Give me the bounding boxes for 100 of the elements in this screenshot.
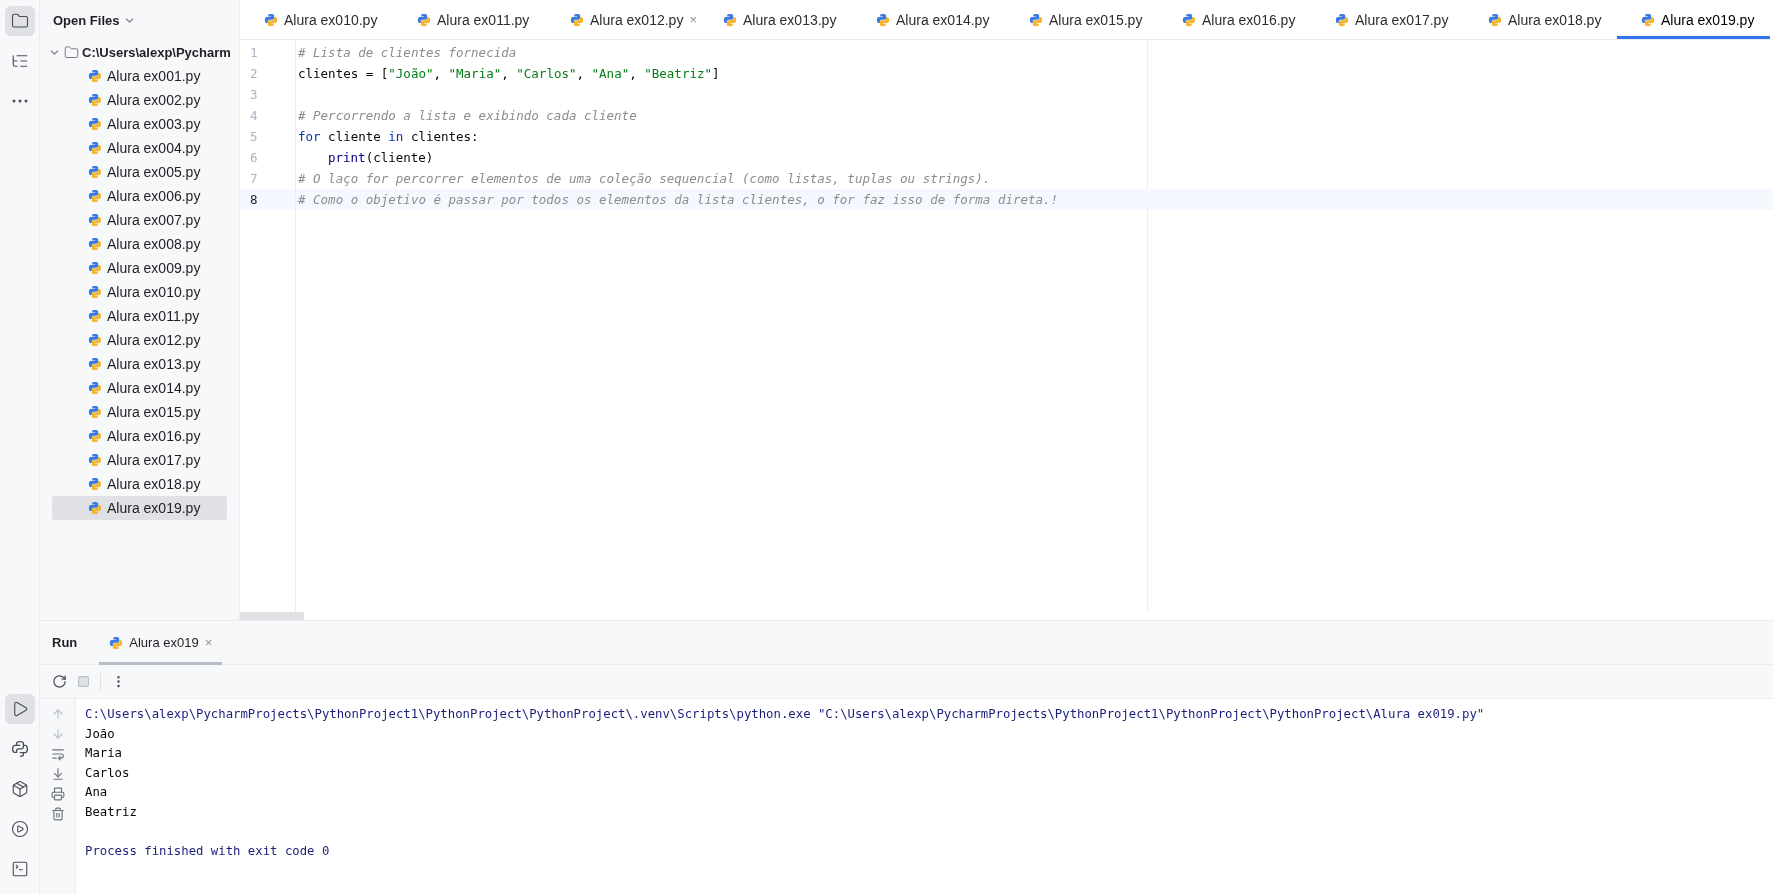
file-tree-item[interactable]: Alura ex002.py xyxy=(52,88,227,112)
file-tree-item[interactable]: Alura ex013.py xyxy=(52,352,227,376)
file-tree-item[interactable]: Alura ex012.py xyxy=(52,328,227,352)
editor-tab[interactable]: Alura ex012.py × xyxy=(546,0,699,39)
python-file-icon xyxy=(88,333,102,347)
python-file-icon xyxy=(1488,12,1502,27)
code-line: # Percorrendo a lista e exibindo cada cliente xyxy=(297,107,638,125)
file-tree-item[interactable]: Alura ex001.py xyxy=(52,64,227,88)
editor-tab[interactable]: Alura ex015.py xyxy=(1005,0,1158,39)
package-icon xyxy=(10,780,29,798)
file-tree-item[interactable]: Alura ex019.py xyxy=(52,496,227,520)
scroll-to-end-icon[interactable] xyxy=(50,767,65,781)
play-tool-button[interactable] xyxy=(4,694,35,724)
python-file-icon xyxy=(88,165,102,179)
python-file-icon xyxy=(88,237,102,251)
python-file-icon xyxy=(1335,12,1349,27)
line-number: 7 xyxy=(249,170,259,188)
editor-tab[interactable]: Alura ex019.py xyxy=(1617,0,1770,39)
file-tree-item[interactable]: Alura ex004.py xyxy=(52,136,227,160)
python-file-icon xyxy=(88,261,102,275)
python-file-icon xyxy=(570,12,584,27)
panel-title: Run xyxy=(52,635,78,650)
editor-tab[interactable]: Alura ex017.py xyxy=(1311,0,1464,39)
tree-folder-item[interactable]: C:\Users\alexp\Pycharm xyxy=(48,40,239,64)
code-line: for cliente in clientes: xyxy=(297,128,480,146)
line-number: 1 xyxy=(249,44,259,62)
line-number: 5 xyxy=(249,128,259,146)
run-tab[interactable]: Alura ex019 × xyxy=(99,620,223,665)
console-line: Process finished with exit code 0 xyxy=(85,842,331,860)
file-tree-item[interactable]: Alura ex015.py xyxy=(52,400,227,424)
python-file-icon xyxy=(1182,12,1196,27)
python-file-icon xyxy=(88,141,102,155)
python-file-icon xyxy=(88,501,102,515)
print-icon[interactable] xyxy=(50,787,65,801)
python-file-icon xyxy=(88,405,102,419)
file-tree-item[interactable]: Alura ex008.py xyxy=(52,232,227,256)
console-line: Beatriz xyxy=(85,803,138,821)
editor-tab[interactable]: Alura ex011.py xyxy=(393,0,546,39)
python-file-icon xyxy=(876,12,890,27)
folder-icon xyxy=(10,12,29,30)
code-line: print(cliente) xyxy=(327,149,435,167)
trash-icon[interactable] xyxy=(50,807,65,821)
editor-tab[interactable]: Alura ex018.py xyxy=(1464,0,1617,39)
line-number: 2 xyxy=(249,65,259,83)
file-tree-item[interactable]: Alura ex007.py xyxy=(52,208,227,232)
line-number: 3 xyxy=(249,86,259,104)
console-line: C:\Users\alexp\PycharmProjects\PythonProject1\PythonProject\PythonProject\.venv\Scripts\python.exe "C:\Users\alexp\PycharmProjects\PythonProject1\PythonProject\PythonProject\Alura ex019.py" xyxy=(85,706,1486,723)
python-file-icon xyxy=(88,453,102,467)
python-file-icon xyxy=(88,93,102,107)
rerun-icon[interactable] xyxy=(52,674,67,689)
folder-tool-button[interactable] xyxy=(4,6,35,36)
python-file-icon xyxy=(88,357,102,371)
python-file-icon xyxy=(88,429,102,443)
code-line: clientes = ["João", "Maria", "Carlos", "Ana", "Beatriz"] xyxy=(297,65,721,83)
python-file-icon xyxy=(417,12,431,27)
file-tree-item[interactable]: Alura ex009.py xyxy=(52,256,227,280)
python-file-icon xyxy=(88,309,102,323)
panel-title[interactable]: Open Files xyxy=(53,12,120,28)
line-number: 8 xyxy=(240,189,295,210)
file-tree-item[interactable]: Alura ex017.py xyxy=(52,448,227,472)
console-line: João xyxy=(85,725,116,743)
file-tree-item[interactable]: Alura ex005.py xyxy=(52,160,227,184)
folder-icon xyxy=(64,44,79,60)
file-tree-item[interactable]: Alura ex016.py xyxy=(52,424,227,448)
console-line: Ana xyxy=(85,784,109,801)
python-file-icon xyxy=(88,285,102,299)
line-number: 4 xyxy=(249,107,259,125)
file-tree-item[interactable]: Alura ex006.py xyxy=(52,184,227,208)
terminal-icon xyxy=(10,860,29,878)
scrollbar-thumb[interactable] xyxy=(240,612,304,620)
python-file-icon xyxy=(109,635,124,650)
console-line: Maria xyxy=(85,745,124,762)
code-line: # O laço for percorrer elementos de uma coleção sequencial (como listas, tuplas ou strings). xyxy=(297,170,992,188)
file-tree-item[interactable]: Alura ex003.py xyxy=(52,112,227,136)
more-icon xyxy=(11,99,28,103)
editor-tab[interactable]: Alura ex013.py xyxy=(699,0,852,39)
python-file-icon xyxy=(1029,12,1043,27)
editor-tab[interactable]: Alura ex016.py xyxy=(1158,0,1311,39)
python-icon xyxy=(10,740,29,758)
python-file-icon xyxy=(88,381,102,395)
editor-tab[interactable]: Alura ex010.py xyxy=(240,0,393,39)
editor-tab[interactable]: Alura ex014.py xyxy=(852,0,1005,39)
folder-label: C:\Users\alexp\Pycharm xyxy=(82,44,231,60)
python-file-icon xyxy=(88,117,102,131)
python-file-icon xyxy=(88,213,102,227)
file-tree-item[interactable]: Alura ex014.py xyxy=(52,376,227,400)
console-line: Carlos xyxy=(85,764,131,782)
file-tree-item[interactable]: Alura ex011.py xyxy=(52,304,227,328)
python-file-icon xyxy=(723,12,737,27)
soft-wrap-icon[interactable] xyxy=(50,747,65,761)
python-file-icon xyxy=(88,69,102,83)
file-tree-item[interactable]: Alura ex018.py xyxy=(52,472,227,496)
python-file-icon xyxy=(88,189,102,203)
python-file-icon xyxy=(1641,12,1655,27)
code-line: # Lista de clientes fornecida xyxy=(297,44,518,62)
python-file-icon xyxy=(264,12,278,27)
python-file-icon xyxy=(88,477,102,491)
line-number: 6 xyxy=(249,149,259,167)
services-icon xyxy=(10,820,29,838)
file-tree-item[interactable]: Alura ex010.py xyxy=(52,280,227,304)
